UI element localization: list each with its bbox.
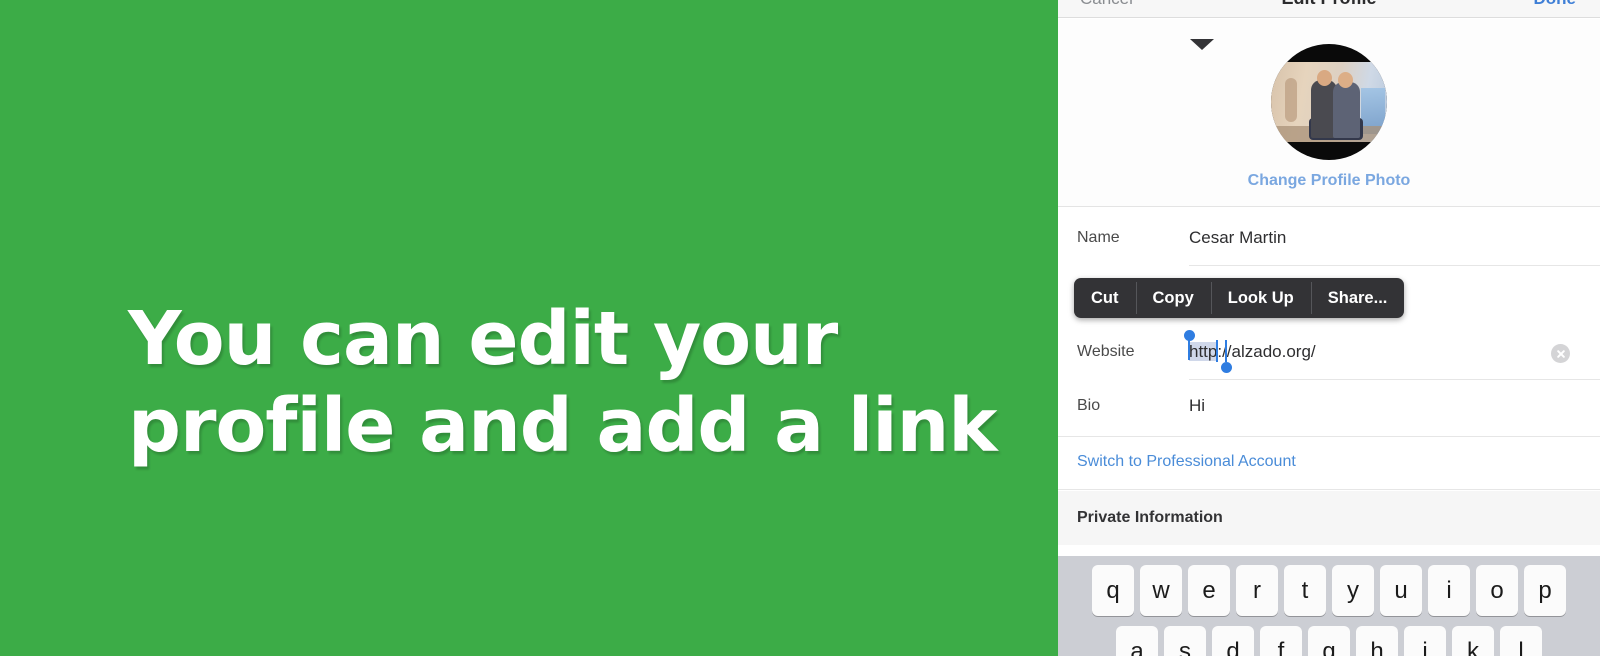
context-menu-item-copy[interactable]: Copy: [1135, 278, 1211, 318]
bio-field-value[interactable]: Hi: [1189, 396, 1205, 416]
avatar-photo-lamp: [1285, 78, 1297, 122]
key-j[interactable]: j: [1404, 626, 1446, 656]
screen: You can edit your profile and add a link…: [0, 0, 1600, 656]
key-r[interactable]: r: [1236, 565, 1278, 616]
avatar-photo-head-two: [1338, 72, 1353, 88]
key-t[interactable]: t: [1284, 565, 1326, 616]
navigation-bar: Cancel Edit Profile Done: [1058, 0, 1600, 18]
website-remaining-text: ://alzado.org/: [1217, 342, 1316, 361]
avatar[interactable]: [1271, 44, 1387, 160]
selection-handle-start[interactable]: [1184, 330, 1195, 341]
keyboard-row-2: asdfghjkl: [1058, 626, 1600, 656]
switch-to-professional-account-label[interactable]: Switch to Professional Account: [1077, 453, 1296, 471]
key-s[interactable]: s: [1164, 626, 1206, 656]
bio-field-label: Bio: [1077, 397, 1101, 414]
selection-handle-end[interactable]: [1221, 362, 1232, 373]
website-selected-text[interactable]: http: [1189, 340, 1219, 362]
field-row-bio[interactable]: Bio Hi: [1058, 380, 1600, 434]
keyboard-row-1: qwertyuiop: [1058, 565, 1600, 616]
key-h[interactable]: h: [1356, 626, 1398, 656]
key-g[interactable]: g: [1308, 626, 1350, 656]
key-u[interactable]: u: [1380, 565, 1422, 616]
private-information-label: Private Information: [1077, 509, 1223, 526]
selection-handle-right-stem[interactable]: [1225, 340, 1227, 362]
key-e[interactable]: e: [1188, 565, 1230, 616]
change-profile-photo-button[interactable]: Change Profile Photo: [1058, 172, 1600, 190]
private-information-section: Private Information: [1058, 491, 1600, 545]
key-a[interactable]: a: [1116, 626, 1158, 656]
key-l[interactable]: l: [1500, 626, 1542, 656]
avatar-photo: [1271, 44, 1387, 160]
text-caret: [1216, 340, 1219, 362]
key-k[interactable]: k: [1452, 626, 1494, 656]
key-o[interactable]: o: [1476, 565, 1518, 616]
context-menu-item-share[interactable]: Share...: [1310, 278, 1405, 318]
switch-to-professional-account-row[interactable]: Switch to Professional Account: [1058, 436, 1600, 490]
promo-headline-line-2: profile and add a link: [128, 383, 998, 469]
selection-handle-left-stem[interactable]: [1188, 338, 1190, 360]
row-divider: [1189, 265, 1600, 266]
key-d[interactable]: d: [1212, 626, 1254, 656]
name-field-label: Name: [1077, 229, 1120, 246]
phone-panel: Cancel Edit Profile Done Change Pro: [1058, 0, 1600, 656]
key-y[interactable]: y: [1332, 565, 1374, 616]
context-menu-item-look-up[interactable]: Look Up: [1210, 278, 1311, 318]
field-row-website[interactable]: Website http://alzado.org/: [1058, 326, 1600, 380]
context-menu-pointer: [1190, 39, 1214, 50]
context-menu-item-cut[interactable]: Cut: [1074, 278, 1136, 318]
key-p[interactable]: p: [1524, 565, 1566, 616]
done-button[interactable]: Done: [1534, 0, 1577, 9]
promo-panel: You can edit your profile and add a link: [0, 0, 1058, 656]
on-screen-keyboard[interactable]: qwertyuiop asdfghjkl: [1058, 556, 1600, 656]
promo-headline-line-1: You can edit your: [128, 296, 838, 382]
key-w[interactable]: w: [1140, 565, 1182, 616]
avatar-section: Change Profile Photo: [1058, 19, 1600, 207]
key-f[interactable]: f: [1260, 626, 1302, 656]
clear-text-icon[interactable]: [1551, 344, 1570, 363]
name-field-value[interactable]: Cesar Martin: [1189, 228, 1286, 248]
field-row-name[interactable]: Name Cesar Martin: [1058, 212, 1600, 266]
page-title: Edit Profile: [1058, 0, 1600, 9]
promo-text-block: You can edit your profile and add a link: [128, 296, 998, 470]
website-field-label: Website: [1077, 343, 1135, 360]
text-selection-context-menu[interactable]: Cut Copy Look Up Share...: [1074, 278, 1405, 318]
key-i[interactable]: i: [1428, 565, 1470, 616]
key-q[interactable]: q: [1092, 565, 1134, 616]
avatar-photo-head-one: [1317, 70, 1332, 86]
avatar-photo-person-two: [1333, 82, 1360, 138]
website-field-value[interactable]: http://alzado.org/: [1189, 340, 1316, 362]
